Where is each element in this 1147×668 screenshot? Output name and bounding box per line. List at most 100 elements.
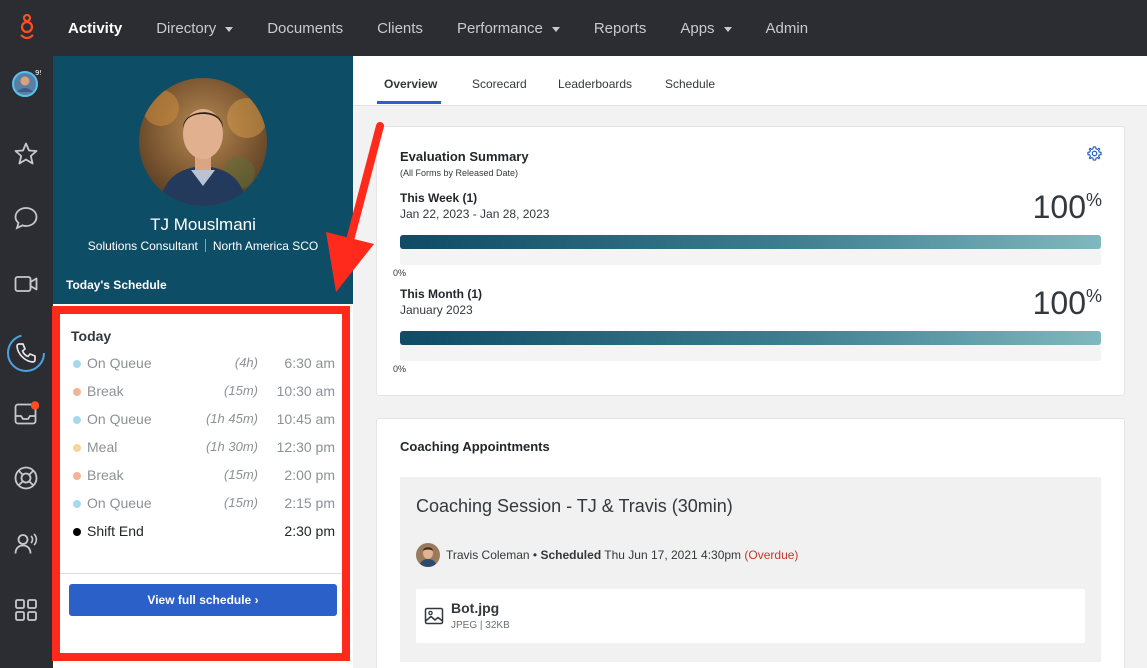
star-icon[interactable] bbox=[11, 139, 41, 169]
main-nav: Activity Directory Documents Clients Perform… bbox=[68, 0, 842, 56]
phone-icon[interactable] bbox=[6, 333, 46, 373]
inbox-icon[interactable] bbox=[11, 399, 41, 429]
left-rail: 99 bbox=[0, 56, 53, 668]
tab-bar: Overview Scorecard Leaderboards Schedule bbox=[353, 56, 1147, 106]
schedule-item: Shift End 2:30 pm bbox=[71, 523, 335, 541]
chevron-down-icon bbox=[551, 26, 560, 32]
status-dot-icon bbox=[73, 360, 81, 368]
profile-panel: TJ Mouslmani Solutions Consultant North A… bbox=[53, 56, 353, 668]
nav-item-documents[interactable]: Documents bbox=[267, 20, 343, 37]
top-navigation-bar: Activity Directory Documents Clients Perform… bbox=[0, 0, 1147, 56]
schedule-time: 2:30 pm bbox=[284, 523, 335, 539]
percent-unit: % bbox=[1085, 190, 1102, 210]
video-icon[interactable] bbox=[11, 269, 41, 299]
schedule-duration: (1h 45m) bbox=[205, 411, 258, 426]
schedule-duration: (4h) bbox=[234, 355, 258, 370]
status-dot-icon bbox=[73, 388, 81, 396]
avatar bbox=[416, 543, 440, 567]
tab-schedule[interactable]: Schedule bbox=[665, 77, 715, 91]
tab-leaderboards[interactable]: Leaderboards bbox=[558, 77, 632, 91]
schedule-time: 12:30 pm bbox=[276, 439, 335, 455]
schedule-time: 10:30 am bbox=[276, 383, 335, 399]
status-dot-icon bbox=[73, 500, 81, 508]
schedule-item: On Queue (1h 45m) 10:45 am bbox=[71, 411, 335, 429]
image-icon bbox=[424, 606, 444, 631]
progress-fill bbox=[400, 331, 1101, 345]
nav-item-clients[interactable]: Clients bbox=[377, 20, 423, 37]
schedule-activity: Meal bbox=[87, 439, 118, 455]
overdue-badge: (Overdue) bbox=[744, 548, 799, 562]
apps-grid-icon[interactable] bbox=[11, 595, 41, 625]
nav-item-label: Apps bbox=[680, 19, 715, 37]
attachment[interactable]: Bot.jpg JPEG | 32KB bbox=[416, 589, 1085, 643]
schedule-duration: (15m) bbox=[224, 495, 258, 510]
chat-icon[interactable] bbox=[11, 203, 41, 233]
progress-track bbox=[400, 235, 1101, 265]
avatar-status-icon[interactable]: 99 bbox=[11, 68, 41, 98]
evaluation-summary-card: Evaluation Summary (All Forms by Release… bbox=[376, 126, 1125, 396]
tab-scorecard[interactable]: Scorecard bbox=[472, 77, 527, 91]
schedule-divider bbox=[58, 573, 342, 574]
nav-item-label: Activity bbox=[68, 19, 123, 37]
profile-subtitle: Solutions Consultant North America SCO bbox=[53, 239, 353, 253]
evaluation-subtitle: (All Forms by Released Date) bbox=[400, 168, 519, 178]
nav-item-activity[interactable]: Activity bbox=[68, 20, 122, 37]
schedule-time: 6:30 am bbox=[284, 355, 335, 371]
schedule-time: 2:00 pm bbox=[284, 467, 335, 483]
profile-header: TJ Mouslmani Solutions Consultant North A… bbox=[53, 56, 353, 304]
view-full-schedule-button[interactable]: View full schedule › bbox=[69, 584, 337, 616]
evaluation-title: Evaluation Summary bbox=[400, 149, 529, 164]
session-person: Travis Coleman bbox=[446, 548, 530, 562]
period-label: This Month (1) bbox=[400, 287, 482, 301]
profile-name: TJ Mouslmani bbox=[150, 215, 256, 234]
active-tab-indicator bbox=[377, 101, 441, 104]
genesys-logo-icon[interactable] bbox=[0, 0, 53, 56]
attachment-meta: JPEG | 32KB bbox=[451, 620, 510, 631]
percent-unit: % bbox=[1085, 286, 1102, 306]
lifebuoy-icon[interactable] bbox=[11, 463, 41, 493]
progress-track bbox=[400, 331, 1101, 361]
progress-min-label: 0% bbox=[393, 364, 407, 374]
schedule-activity: On Queue bbox=[87, 355, 152, 371]
schedule-item: Meal (1h 30m) 12:30 pm bbox=[71, 439, 335, 457]
progress-fill bbox=[400, 235, 1101, 249]
nav-item-apps[interactable]: Apps bbox=[680, 19, 732, 37]
percent-value: 100 bbox=[1032, 189, 1086, 225]
nav-item-reports[interactable]: Reports bbox=[594, 20, 647, 37]
subtitle-divider bbox=[204, 239, 206, 252]
meta-bullet: • bbox=[532, 548, 538, 562]
session-title[interactable]: Coaching Session - TJ & Travis (30min) bbox=[416, 496, 733, 517]
status-dot-icon bbox=[73, 528, 81, 536]
voice-user-icon[interactable] bbox=[11, 529, 41, 559]
coaching-session[interactable]: Coaching Session - TJ & Travis (30min) T… bbox=[400, 477, 1101, 662]
period-label: This Week (1) bbox=[400, 191, 478, 205]
schedule-card: Today On Queue (4h) 6:30 am Break (15m) 10:30… bbox=[58, 313, 342, 654]
schedule-duration: (15m) bbox=[224, 383, 258, 398]
status-dot-icon bbox=[73, 416, 81, 424]
profile-photo bbox=[139, 78, 267, 206]
gear-icon[interactable] bbox=[1087, 146, 1102, 166]
coaching-title: Coaching Appointments bbox=[400, 439, 550, 454]
tab-overview[interactable]: Overview bbox=[384, 77, 437, 91]
session-status: Scheduled bbox=[540, 548, 602, 562]
nav-item-admin[interactable]: Admin bbox=[766, 20, 809, 37]
coaching-appointments-card: Coaching Appointments Coaching Session -… bbox=[376, 418, 1125, 668]
nav-item-directory[interactable]: Directory bbox=[156, 20, 234, 37]
period-percent: 100% bbox=[1033, 285, 1102, 322]
schedule-activity: Break bbox=[87, 467, 124, 483]
session-datetime: Thu Jun 17, 2021 4:30pm bbox=[604, 548, 742, 562]
status-dot-icon bbox=[73, 444, 81, 452]
progress-min-label: 0% bbox=[393, 268, 407, 278]
nav-item-label: Clients bbox=[377, 19, 423, 37]
session-meta: Travis Coleman • Scheduled Thu Jun 17, 2… bbox=[446, 548, 798, 562]
schedule-day-label: Today bbox=[71, 328, 112, 344]
schedule-activity: Break bbox=[87, 383, 124, 399]
attachment-name[interactable]: Bot.jpg bbox=[451, 600, 499, 616]
nav-item-performance[interactable]: Performance bbox=[457, 20, 560, 37]
schedule-item: On Queue (4h) 6:30 am bbox=[71, 355, 335, 373]
schedule-item: Break (15m) 10:30 am bbox=[71, 383, 335, 401]
schedule-time: 10:45 am bbox=[276, 411, 335, 427]
period-percent: 100% bbox=[1033, 189, 1102, 226]
profile-location: North America SCO bbox=[212, 239, 319, 253]
schedule-activity: On Queue bbox=[87, 411, 152, 427]
